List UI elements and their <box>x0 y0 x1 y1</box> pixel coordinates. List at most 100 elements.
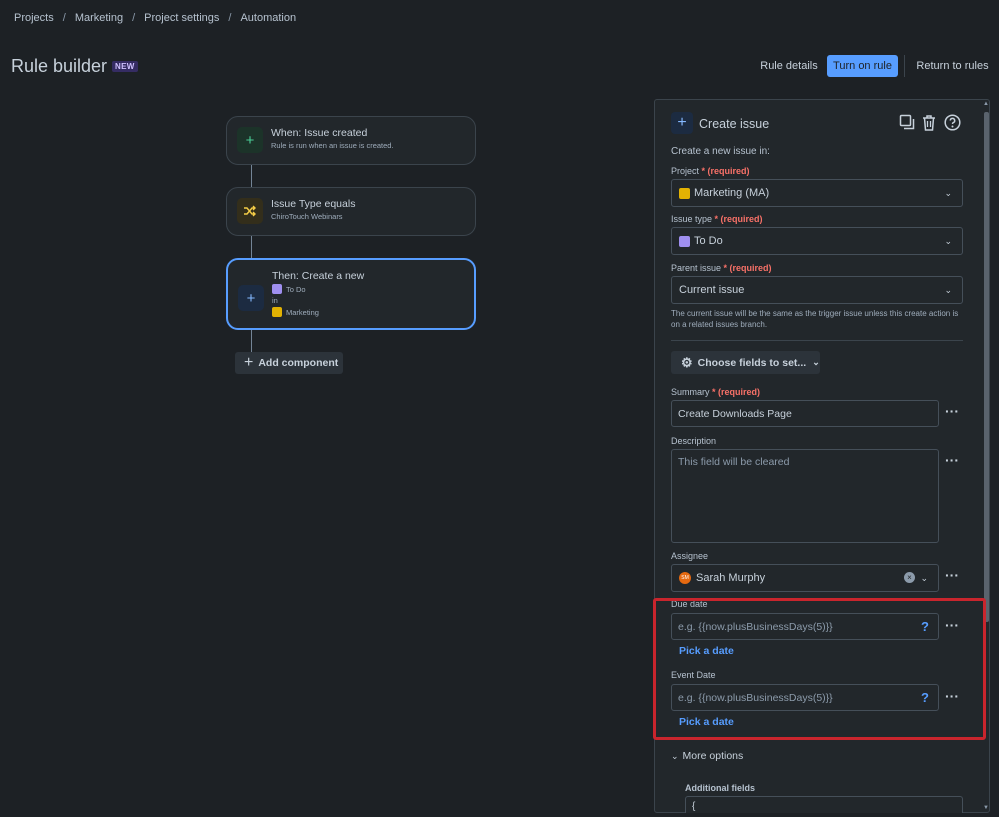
more-options-toggle[interactable]: ⌄ More options <box>671 750 743 762</box>
rule-details-button[interactable]: Rule details <box>757 55 821 77</box>
return-to-rules-button[interactable]: Return to rules <box>914 55 991 77</box>
project-select[interactable]: Marketing (MA) ⌄ <box>671 179 963 207</box>
plus-icon: + <box>237 127 263 153</box>
additional-fields-editor[interactable]: { <box>685 796 963 813</box>
required-marker: * <box>712 214 721 224</box>
flow-connector <box>251 165 252 187</box>
summary-input[interactable]: Create Downloads Page <box>671 400 939 427</box>
project-icon <box>272 307 282 317</box>
question-icon[interactable]: ? <box>921 619 929 634</box>
parent-issue-label-text: Parent issue <box>671 263 722 273</box>
due-date-label: Due date <box>671 599 708 609</box>
add-component-label: Add component <box>258 357 339 369</box>
chevron-down-icon: ⌄ <box>671 751 679 761</box>
action-project: Marketing <box>272 307 364 318</box>
issue-type-label-text: Issue type <box>671 214 713 224</box>
summary-value: Create Downloads Page <box>678 407 792 420</box>
shuffle-icon <box>237 198 263 224</box>
summary-label-text: Summary <box>671 387 710 397</box>
action-title: Then: Create a new <box>272 270 365 282</box>
scroll-up-icon[interactable]: ▲ <box>983 101 989 107</box>
plus-icon: + <box>244 354 254 371</box>
event-date-input[interactable]: e.g. {{now.plusBusinessDays(5)}} ? <box>671 684 939 711</box>
chevron-down-icon: ⌄ <box>812 357 820 367</box>
trigger-subtitle: Rule is run when an issue is created. <box>271 141 394 150</box>
plus-icon: + <box>238 285 264 311</box>
description-textarea[interactable]: This field will be cleared <box>671 449 939 543</box>
assignee-value: Sarah Murphy <box>696 572 766 584</box>
breadcrumb-projects[interactable]: Projects <box>14 12 54 24</box>
flow-connector <box>251 236 252 258</box>
breadcrumb-separator: / <box>62 12 66 24</box>
event-date-placeholder: e.g. {{now.plusBusinessDays(5)}} <box>678 691 833 704</box>
breadcrumb-separator: / <box>228 12 232 24</box>
scroll-down-icon[interactable]: ▼ <box>983 805 989 811</box>
clear-icon[interactable]: × <box>904 572 915 583</box>
issue-type-value: To Do <box>694 235 723 247</box>
choose-fields-label: Choose fields to set... <box>697 356 807 369</box>
condition-card[interactable]: Issue Type equals ChiroTouch Webinars <box>226 187 476 236</box>
description-placeholder: This field will be cleared <box>678 456 790 468</box>
summary-label: Summary * (required) <box>671 387 760 397</box>
add-component-button[interactable]: + Add component <box>235 352 343 374</box>
page-title: Rule builder <box>11 56 108 76</box>
due-date-pick-link[interactable]: Pick a date <box>679 645 734 657</box>
due-date-more-icon[interactable]: ··· <box>945 617 959 633</box>
parent-issue-select[interactable]: Current issue ⌄ <box>671 276 963 304</box>
required-marker: * <box>699 166 708 176</box>
required-text: (required) <box>720 214 763 224</box>
panel-scrollbar[interactable] <box>984 112 989 622</box>
project-icon <box>679 187 690 199</box>
description-label: Description <box>671 436 717 446</box>
event-date-label: Event Date <box>671 670 716 680</box>
chevron-down-icon: ⌄ <box>944 188 952 198</box>
panel-intro: Create a new issue in: <box>671 146 770 157</box>
breadcrumb-project-settings[interactable]: Project settings <box>144 12 219 24</box>
plus-icon: + <box>671 112 693 134</box>
breadcrumb-automation[interactable]: Automation <box>240 12 296 24</box>
parent-issue-value: Current issue <box>679 284 745 296</box>
additional-fields-value: { <box>692 801 696 812</box>
breadcrumb-marketing[interactable]: Marketing <box>75 12 123 24</box>
condition-title: Issue Type equals <box>271 198 356 210</box>
due-date-input[interactable]: e.g. {{now.plusBusinessDays(5)}} ? <box>671 613 939 640</box>
required-text: (required) <box>718 387 761 397</box>
event-date-more-icon[interactable]: ··· <box>945 688 959 704</box>
parent-issue-label: Parent issue * (required) <box>671 263 772 273</box>
question-icon[interactable]: ? <box>921 690 929 705</box>
action-project-label: Marketing <box>286 308 319 317</box>
chevron-down-icon: ⌄ <box>920 573 928 583</box>
more-options-label: More options <box>682 750 744 762</box>
summary-more-icon[interactable]: ··· <box>945 403 959 419</box>
due-date-placeholder: e.g. {{now.plusBusinessDays(5)}} <box>678 620 833 633</box>
todo-icon <box>272 284 282 294</box>
section-divider <box>671 340 963 341</box>
action-card[interactable]: + Then: Create a new To Do in Marketing <box>226 258 476 330</box>
issue-type-label: Issue type * (required) <box>671 214 763 224</box>
duplicate-icon[interactable] <box>898 113 916 131</box>
breadcrumb-separator: / <box>132 12 136 24</box>
assignee-more-icon[interactable]: ··· <box>945 567 959 583</box>
description-more-icon[interactable]: ··· <box>945 452 959 468</box>
turn-on-rule-button[interactable]: Turn on rule <box>827 55 898 77</box>
trigger-card[interactable]: + When: Issue created Rule is run when a… <box>226 116 476 165</box>
required-marker: * <box>709 387 719 397</box>
header-divider <box>904 55 905 77</box>
choose-fields-button[interactable]: ⚙ Choose fields to set... ⌄ <box>671 351 820 374</box>
issue-type-select[interactable]: To Do ⌄ <box>671 227 963 255</box>
help-icon[interactable] <box>943 113 961 131</box>
condition-subtitle: ChiroTouch Webinars <box>271 212 343 221</box>
chevron-down-icon: ⌄ <box>944 285 952 295</box>
panel-title: Create issue <box>699 117 770 131</box>
required-marker: * <box>721 263 730 273</box>
action-issue-type-label: To Do <box>286 285 306 294</box>
action-in-label: in <box>272 296 278 305</box>
required-text: (required) <box>707 166 750 176</box>
delete-icon[interactable] <box>920 113 938 131</box>
todo-icon <box>679 235 690 247</box>
avatar: SM <box>679 572 691 584</box>
action-issue-type: To Do <box>272 284 364 295</box>
event-date-pick-link[interactable]: Pick a date <box>679 716 734 728</box>
assignee-select[interactable]: SM Sarah Murphy × ⌄ <box>671 564 939 592</box>
chevron-down-icon: ⌄ <box>944 236 952 246</box>
